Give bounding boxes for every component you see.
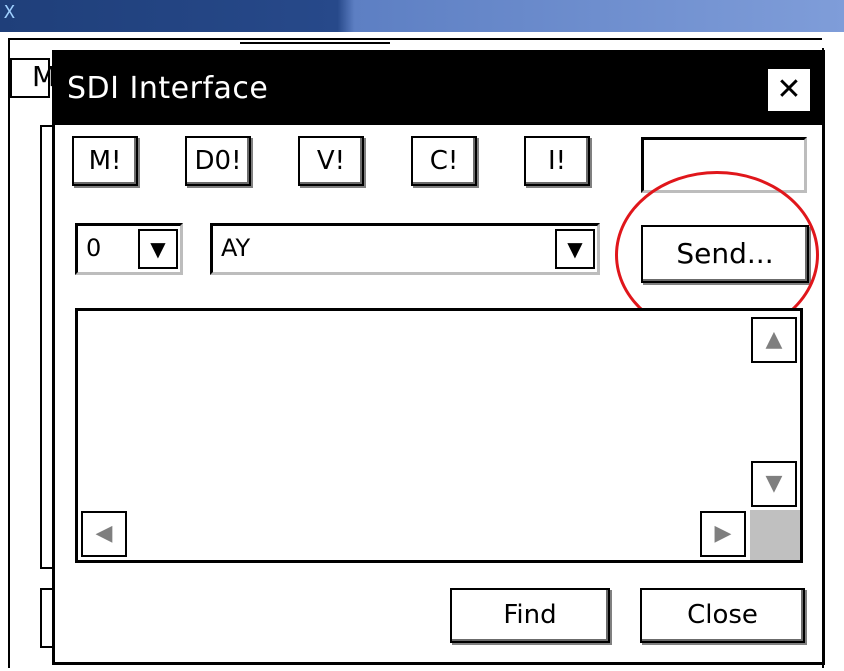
command-select[interactable]: AY ▼: [210, 223, 600, 275]
host-tab[interactable]: M: [10, 58, 56, 98]
chevron-down-icon[interactable]: ▼: [555, 229, 595, 269]
dialog-title: SDI Interface: [67, 71, 269, 106]
host-app-icon: X: [4, 2, 15, 23]
find-button[interactable]: Find: [450, 588, 610, 643]
scroll-left-icon[interactable]: ◀: [81, 511, 127, 557]
send-button[interactable]: Send...: [641, 225, 809, 283]
close-icon[interactable]: ✕: [766, 67, 812, 113]
command-button-v[interactable]: V!: [298, 136, 364, 186]
response-field[interactable]: [641, 137, 807, 193]
host-title-bar: X: [0, 0, 844, 32]
scroll-down-icon[interactable]: ▼: [751, 461, 797, 507]
address-select[interactable]: 0 ▼: [75, 223, 183, 275]
dialog-title-bar[interactable]: SDI Interface ✕: [55, 53, 822, 125]
scroll-right-icon[interactable]: ▶: [700, 511, 746, 557]
command-button-i[interactable]: I!: [524, 136, 590, 186]
scrollbar-corner: [750, 510, 800, 560]
command-button-d0[interactable]: D0!: [185, 136, 251, 186]
command-select-value: AY: [221, 234, 251, 262]
command-button-m[interactable]: M!: [72, 136, 138, 186]
sdi-interface-dialog: SDI Interface ✕ M! D0! V! C! I! 0 ▼ AY ▼…: [52, 50, 825, 665]
address-select-value: 0: [86, 234, 102, 262]
scroll-up-icon[interactable]: ▲: [751, 317, 797, 363]
output-text-area[interactable]: ▲ ▼ ◀ ▶: [75, 308, 803, 563]
command-button-c[interactable]: C!: [411, 136, 477, 186]
close-button[interactable]: Close: [640, 588, 805, 643]
chevron-down-icon[interactable]: ▼: [138, 229, 178, 269]
